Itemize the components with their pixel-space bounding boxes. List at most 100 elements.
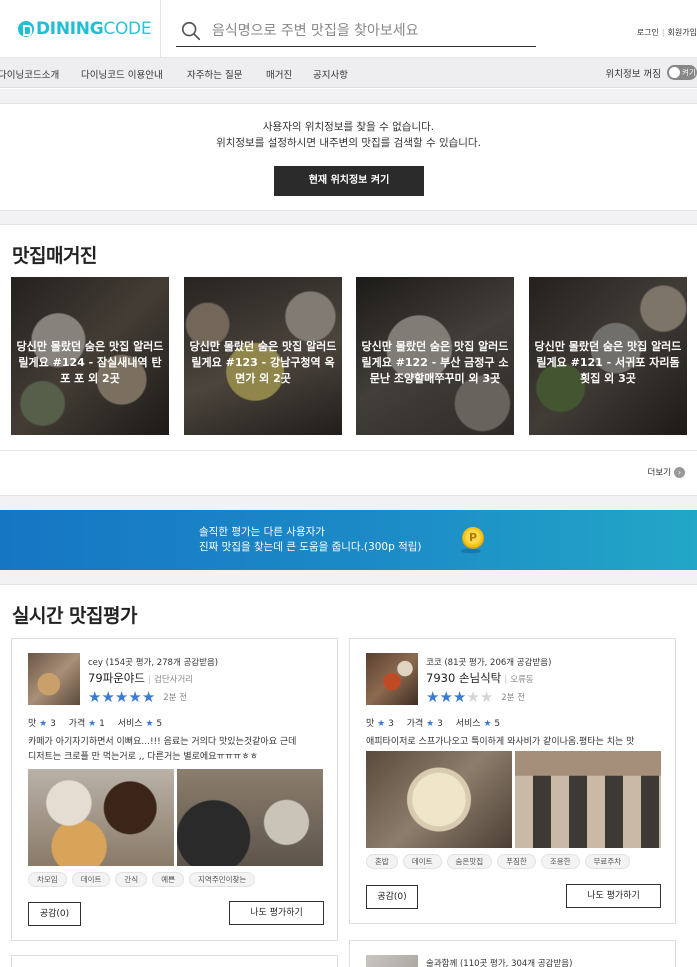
star-icon: ★ [88, 688, 102, 706]
magazine-card[interactable]: 당신만 몰랐던 숨은 맛집 알러드릴게요 #124 - 잠실새내역 탄포 포 외… [11, 277, 169, 435]
search-icon[interactable] [180, 20, 202, 42]
review-time: 2분 전 [501, 692, 526, 703]
detail-scores: 맛 ★ 3 가격 ★ 1 서비스 ★ 5 [28, 719, 163, 729]
toggle-knob [669, 67, 680, 78]
tag[interactable]: 차모임 [28, 872, 67, 887]
logo-text: DININGCODE [36, 19, 152, 39]
tag[interactable]: 숨은맛집 [446, 854, 493, 869]
star-icon: ★ [479, 688, 494, 706]
review-photo[interactable] [515, 751, 661, 848]
nav-item-about[interactable]: 다이닝코드소개 [0, 67, 59, 81]
magazine-card[interactable]: 당신만 몰랐던 숨은 맛집 알러드릴게요 #121 - 서귀포 자리돔횟집 외 … [529, 277, 687, 435]
tag[interactable]: 데이트 [71, 872, 111, 887]
review-time: 2분 전 [163, 692, 188, 703]
coin-letter: P [469, 531, 478, 544]
review-photo[interactable] [366, 751, 512, 848]
banner-line1: 솔직한 평가는 다른 사용자가 [199, 526, 325, 538]
card-title: 당신만 몰랐던 숨은 맛집 알러드릴게요 #121 - 서귀포 자리돔횟집 외 … [534, 340, 682, 385]
magazine-section: 맛집매거진 당신만 몰랐던 숨은 맛집 알러드릴게요 #124 - 잠실새내역 … [0, 224, 697, 496]
spacer [0, 496, 697, 510]
star-icon: ★ [426, 688, 440, 706]
star-icon: ★ [141, 688, 156, 706]
star-icon: ★ [452, 688, 467, 706]
nav-item-guide[interactable]: 다이닝코드 이용안내 [81, 67, 163, 81]
card-title: 당신만 몰랐던 숨은 맛집 알러드릴게요 #122 - 부산 금정구 소문난 조… [361, 340, 509, 385]
location-notice: 사용자의 위치정보를 찾을 수 없습니다. 위치정보를 설정하시면 내주변의 맛… [0, 103, 697, 211]
location-status: 위치정보 꺼짐 켜기 [606, 65, 697, 80]
star-icon: ★ [101, 688, 115, 706]
tag[interactable]: 혼밥 [366, 854, 398, 869]
location-message: 사용자의 위치정보를 찾을 수 없습니다. 위치정보를 설정하시면 내주변의 맛… [0, 119, 697, 151]
logo-mark-icon [18, 21, 34, 37]
location-status-label: 위치정보 꺼짐 [605, 68, 661, 80]
tag[interactable]: 간식 [115, 872, 148, 887]
chevron-right-icon: › [674, 466, 685, 478]
top-nav: 다이닝코드소개 다이닝코드 이용안내 자주하는 질문 매거진 공지사항 위치정보… [0, 58, 697, 88]
review-point-banner[interactable]: 솔직한 평가는 다른 사용자가 진짜 맛집을 찾는데 큰 도움을 줍니다.(30… [0, 510, 697, 570]
review-card: cey (154곳 평가, 278개 공감받음) 79파운야드 | 검단사거리 ★★… [11, 638, 338, 941]
auth-links: 로그인 | 회원가입 [636, 28, 697, 37]
logo[interactable]: DININGCODE [18, 16, 152, 42]
spacer [0, 570, 697, 584]
tag[interactable]: 무료주차 [584, 854, 631, 869]
rate-too-button[interactable]: 나도 평가하기 [566, 884, 661, 908]
tag[interactable]: 지역주민이찾는 [189, 872, 256, 887]
location-toggle[interactable]: 켜기 [667, 65, 697, 80]
review-card: 술과함께 (110곳 평가, 304개 공감받음) [349, 940, 676, 967]
reviewer-info[interactable]: 술과함께 (110곳 평가, 304개 공감받음) [426, 957, 572, 967]
header-divider [160, 0, 161, 58]
location-message-line1: 사용자의 위치정보를 찾을 수 없습니다. [262, 121, 435, 133]
restaurant-name[interactable]: 79파운야드 | 검단사거리 [88, 670, 193, 686]
restaurant-thumbnail[interactable] [366, 653, 418, 705]
enable-location-button[interactable]: 현재 위치정보 켜기 [274, 166, 424, 196]
like-button[interactable]: 공감(0) [28, 902, 81, 926]
signup-link[interactable]: 회원가입 [668, 28, 697, 37]
card-title: 당신만 몰랐던 숨은 맛집 알러드릴게요 #123 - 강남구청역 옥면가 외 … [189, 340, 337, 385]
realtime-reviews-section: 실시간 맛집평가 cey (154곳 평가, 278개 공감받음) 79파운야드… [0, 584, 697, 967]
spacer [0, 211, 697, 224]
like-button[interactable]: 공감(0) [366, 885, 418, 909]
review-tags: 혼밥 데이트 숨은맛집 푸짐한 조용한 무료주차 [366, 854, 635, 869]
login-link[interactable]: 로그인 [637, 28, 659, 37]
search-input[interactable] [212, 22, 512, 39]
restaurant-name[interactable]: 7930 손님식탁 | 오류동 [426, 670, 534, 686]
tag[interactable]: 데이트 [402, 854, 442, 869]
magazine-card[interactable]: 당신만 몰랐던 숨은 맛집 알러드릴게요 #123 - 강남구청역 옥면가 외 … [184, 277, 342, 435]
header: DININGCODE 로그인|회원가입 [0, 0, 697, 58]
reviewer-info[interactable]: cey (154곳 평가, 278개 공감받음) [88, 656, 218, 668]
detail-scores: 맛 ★ 3 가격 ★ 3 서비스 ★ 5 [366, 719, 501, 729]
reviewer-info[interactable]: 코코 (81곳 평가, 206개 공감받음) [426, 656, 551, 668]
divider [0, 450, 697, 451]
star-icon: ★ [466, 688, 480, 706]
review-text[interactable]: 카페가 아기자기하면서 이뻐요...!!! 음료는 거의다 맛있는것같아요 근데… [28, 735, 328, 765]
location-message-line2: 위치정보를 설정하시면 내주변의 맛집를 검색할 수 있습니다. [216, 137, 481, 149]
star-rating: ★★★★★ [88, 687, 155, 706]
rating-stars: ★★★★★ 2분 전 [88, 687, 187, 706]
nav-item-faq[interactable]: 자주하는 질문 [187, 67, 242, 81]
banner-line2: 진짜 맛집을 찾는데 큰 도움을 줍니다.(300p 적립) [199, 541, 422, 553]
nav-item-magazine[interactable]: 매거진 [266, 67, 292, 81]
tag[interactable]: 예쁜 [152, 872, 185, 887]
tag[interactable]: 푸짐한 [497, 854, 536, 869]
search-bar[interactable] [176, 15, 536, 47]
magazine-card[interactable]: 당신만 몰랐던 숨은 맛집 알러드릴게요 #122 - 부산 금정구 소문난 조… [356, 277, 514, 435]
nav-item-notice[interactable]: 공지사항 [313, 67, 348, 81]
magazine-title: 맛집매거진 [12, 245, 97, 267]
rating-stars: ★★★★★ 2분 전 [426, 687, 525, 706]
review-photo[interactable] [28, 769, 174, 866]
reviews-title: 실시간 맛집평가 [12, 605, 137, 627]
review-card [11, 955, 338, 967]
more-link[interactable]: 더보기 › [648, 466, 685, 478]
review-photo[interactable] [177, 769, 323, 866]
star-icon: ★ [439, 688, 453, 706]
review-text[interactable]: 애피타이저로 스프가나오고 특이하게 와사비가 같이나옴.평타는 치는 맛 [366, 735, 666, 750]
review-tags: 차모임 데이트 간식 예쁜 지역주민이찾는 [28, 872, 260, 887]
spacer [0, 89, 697, 103]
more-label: 더보기 [647, 468, 671, 478]
rate-too-button[interactable]: 나도 평가하기 [229, 901, 324, 925]
restaurant-thumbnail[interactable] [28, 653, 80, 705]
toggle-label: 켜기 [682, 68, 696, 77]
star-icon: ★ [114, 688, 129, 706]
restaurant-thumbnail[interactable] [366, 955, 418, 967]
tag[interactable]: 조용한 [540, 854, 580, 869]
